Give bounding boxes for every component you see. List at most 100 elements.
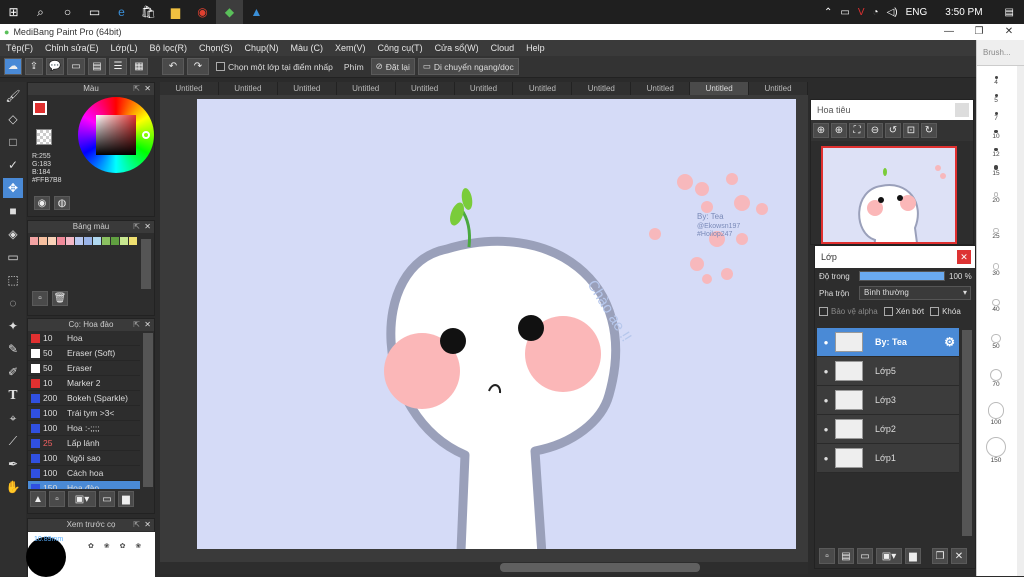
quick-tool-icon[interactable]: ☁ (4, 58, 22, 75)
dropper-tool-icon[interactable]: ⟋ (3, 431, 23, 451)
layer-item[interactable]: ● Lớp5 (817, 357, 959, 386)
document-tab[interactable]: Untitled (631, 82, 691, 95)
palette-swatch[interactable] (120, 237, 128, 245)
network-icon[interactable]: ◔ (873, 7, 879, 18)
add-layer-menu-icon[interactable]: ▣▾ (876, 548, 902, 564)
volume-icon[interactable]: ◁) (887, 7, 898, 18)
maximize-button[interactable]: ❐ (964, 24, 994, 40)
layer-item[interactable]: ● Lớp2 (817, 415, 959, 444)
copy-brush-icon[interactable]: ▭ (99, 491, 115, 507)
zoom-out-icon[interactable]: ⊖ (867, 123, 883, 138)
palette-swatch[interactable] (30, 237, 38, 245)
close-button[interactable]: ✕ (994, 24, 1024, 40)
eye-icon[interactable]: ● (817, 425, 835, 434)
blend-select[interactable]: Bình thường ▾ (859, 286, 971, 300)
document-tab[interactable]: Untitled (572, 82, 632, 95)
document-tab[interactable]: Untitled (454, 82, 514, 95)
chevron-up-icon[interactable]: ⌃ (824, 7, 832, 18)
brush-size-option[interactable]: 5 (977, 90, 1015, 108)
grid-icon[interactable]: ▦ (130, 58, 148, 75)
brush-scrollbar[interactable] (143, 333, 153, 487)
battery-icon[interactable]: ▭ (840, 7, 849, 18)
brush-item[interactable]: 10 Marker 2 (28, 376, 140, 391)
share-icon[interactable]: ⇪ (25, 58, 43, 75)
menu-item[interactable]: Chụp(N) (239, 43, 285, 53)
document-tab[interactable]: Untitled (690, 82, 750, 95)
windows-start-icon[interactable]: ⊞ (0, 0, 27, 24)
eye-icon[interactable]: ● (817, 338, 835, 347)
photos-icon[interactable]: ▲ (243, 0, 270, 24)
brush-folder-icon[interactable]: ▆ (118, 491, 134, 507)
protect-alpha-checkbox[interactable] (819, 306, 828, 316)
bucket-tool-icon[interactable]: ◈ (3, 224, 23, 244)
document-tab[interactable]: Untitled (395, 82, 455, 95)
move-horizontal-vertical-button[interactable]: ▭ Di chuyển ngang/dọc (417, 58, 519, 75)
duplicate-layer-icon[interactable]: ❐ (932, 548, 948, 564)
rotate-right-icon[interactable]: ↻ (921, 123, 937, 138)
divide-tool-icon[interactable]: ⌖ (3, 408, 23, 428)
lasso-tool-icon[interactable]: ◌ (3, 293, 23, 313)
drawing-canvas[interactable]: By: Tea @Ekowsn197 #Hoilop247 Chào ae !! (197, 99, 796, 549)
color-set-icon[interactable]: ◍ (54, 196, 70, 210)
menu-item[interactable]: Cửa sổ(W) (429, 43, 485, 53)
new-8bit-layer-icon[interactable]: ▭ (857, 548, 873, 564)
horizontal-scroll-thumb[interactable] (500, 563, 700, 572)
brush-size-option[interactable]: 15 (977, 162, 1015, 180)
protect-alpha-option[interactable]: Bảo vệ alpha (819, 306, 878, 316)
palette-swatch[interactable] (48, 237, 56, 245)
brush-size-option[interactable]: 70 (977, 360, 1015, 396)
brush-size-option[interactable]: 25 (977, 216, 1015, 252)
eye-icon[interactable]: ● (817, 367, 835, 376)
menu-item[interactable]: Chọn(S) (193, 43, 239, 53)
palette-swatch[interactable] (39, 237, 47, 245)
task-view-icon[interactable]: ▭ (81, 0, 108, 24)
chat-icon[interactable]: ▭ (67, 58, 85, 75)
text-tool-icon[interactable]: T (3, 385, 23, 405)
new-palette-icon[interactable]: ▫ (32, 291, 48, 306)
navigator-close-icon[interactable] (955, 103, 969, 117)
layer-folder-icon[interactable]: ▆ (905, 548, 921, 564)
layer-item[interactable]: ● Lớp1 (817, 444, 959, 473)
menu-item[interactable]: Màu (C) (285, 43, 330, 53)
brush-item[interactable]: 200 Bokeh (Sparkle) (28, 391, 140, 406)
close-icon[interactable]: ✕ (144, 221, 151, 233)
palette-swatch[interactable] (84, 237, 92, 245)
gear-icon[interactable]: ⚙ (944, 335, 955, 349)
brush-size-option[interactable]: 150 (977, 432, 1015, 468)
edge-icon[interactable]: e (108, 0, 135, 24)
undo-button[interactable]: ↶ (162, 58, 184, 75)
brush-size-option[interactable]: 40 (977, 288, 1015, 324)
zoom-in-small-icon[interactable]: ⊕ (831, 123, 847, 138)
notification-icon[interactable]: ▤ (1005, 7, 1014, 18)
brush-tool-icon[interactable]: 🖌 (3, 86, 23, 106)
brush-item[interactable]: 50 Eraser (Soft) (28, 346, 140, 361)
new-halftone-layer-icon[interactable]: ▤ (838, 548, 854, 564)
redo-button[interactable]: ↷ (187, 58, 209, 75)
close-icon[interactable]: ✕ (144, 83, 151, 95)
select-tool-icon[interactable]: ⬚ (3, 270, 23, 290)
menu-item[interactable]: Tệp(F) (0, 43, 39, 53)
zoom-in-icon[interactable]: ⊕ (813, 123, 829, 138)
opacity-slider[interactable] (859, 271, 945, 281)
pin-icon[interactable]: ⇱ (133, 221, 140, 233)
document-tab[interactable]: Untitled (513, 82, 573, 95)
select-eraser-icon[interactable]: ✐ (3, 362, 23, 382)
color-wheel[interactable] (78, 97, 154, 173)
hand-tool-icon[interactable]: ✋ (3, 477, 23, 497)
brush-item[interactable]: 100 Ngôi sao (28, 451, 140, 466)
brush-size-option[interactable]: 4 (977, 72, 1015, 90)
menu-item[interactable]: Cloud (485, 43, 521, 53)
shape-tool-icon[interactable]: □ (3, 132, 23, 152)
pin-icon[interactable]: ⇱ (133, 83, 140, 95)
menu-item[interactable]: Xem(V) (329, 43, 372, 53)
palette-swatch[interactable] (111, 237, 119, 245)
brush-size-option[interactable]: 50 (977, 324, 1015, 360)
clipping-option[interactable]: Xén bớt (883, 306, 924, 316)
palette-swatch[interactable] (75, 237, 83, 245)
search-icon[interactable]: ⌕ (27, 0, 54, 24)
brush-item[interactable]: 50 Eraser (28, 361, 140, 376)
new-layer-icon[interactable]: ▫ (819, 548, 835, 564)
eye-icon[interactable]: ● (817, 396, 835, 405)
palette-mode-icon[interactable]: ◉ (34, 196, 50, 210)
actual-size-icon[interactable]: ⊡ (903, 123, 919, 138)
